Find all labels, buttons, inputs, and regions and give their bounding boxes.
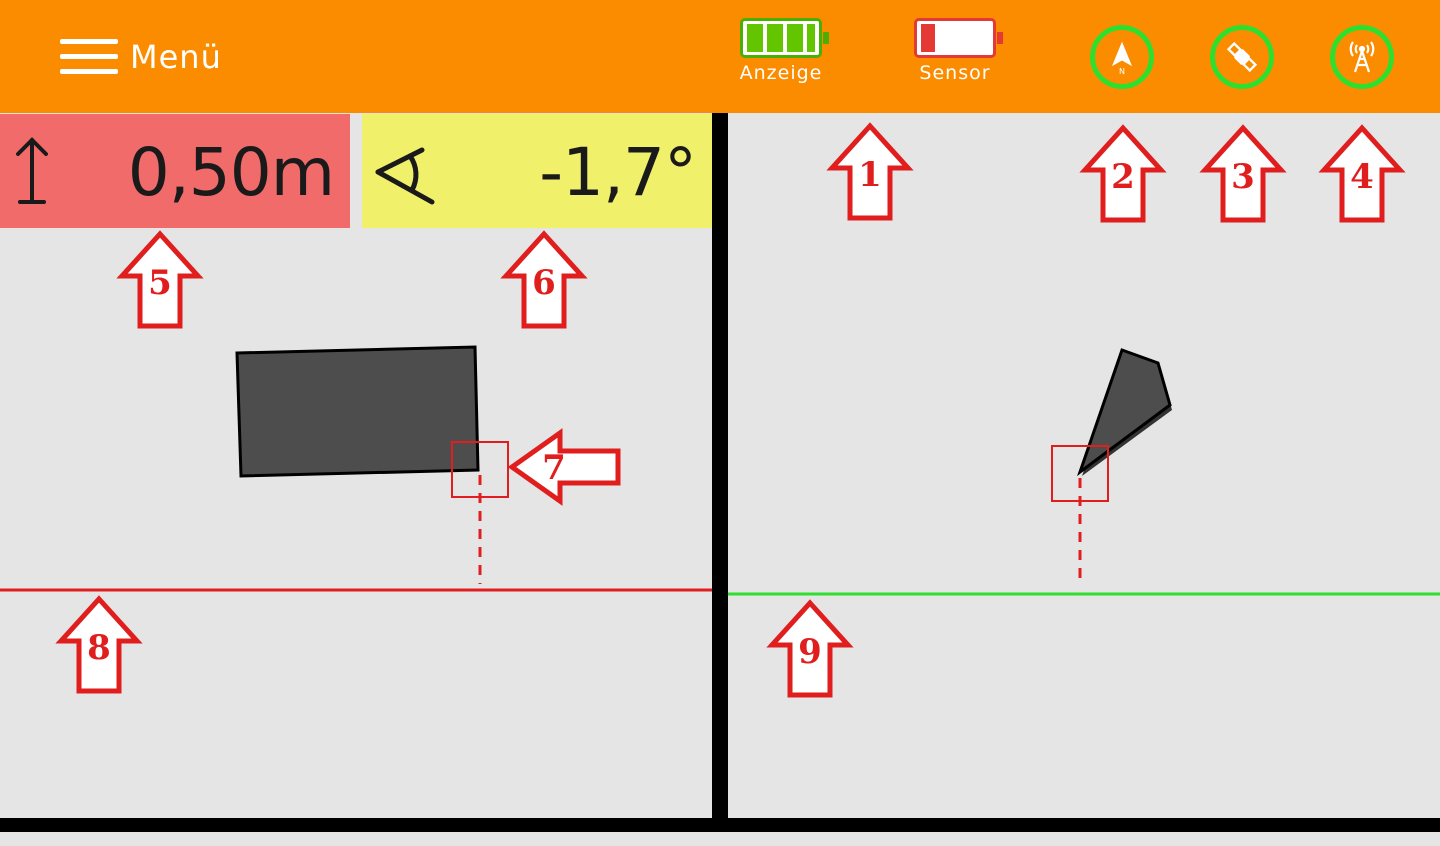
angle-readout[interactable]: -1,7° xyxy=(362,114,712,228)
radio-status-button[interactable] xyxy=(1330,25,1394,89)
north-status-button[interactable]: N xyxy=(1090,25,1154,89)
bottom-strip xyxy=(0,832,1440,846)
display-battery-icon xyxy=(740,18,829,58)
height-arrow-icon xyxy=(16,137,48,204)
north-arrow-icon: N xyxy=(1111,41,1133,75)
panel-divider xyxy=(712,113,728,818)
sensor-battery-icon xyxy=(914,18,1003,58)
sensor-battery-label: Sensor xyxy=(919,62,991,84)
bottom-divider xyxy=(0,818,1440,832)
display-battery: Anzeige xyxy=(736,18,829,84)
height-readout[interactable]: 0,50m xyxy=(0,114,350,228)
sensor-battery: Sensor xyxy=(910,18,1003,84)
menu-label: Menü xyxy=(130,38,222,76)
top-bar: Menü Anzeige Sensor N xyxy=(0,0,1440,113)
radio-tower-icon xyxy=(1349,41,1375,73)
gps-status-button[interactable] xyxy=(1210,25,1274,89)
menu-button[interactable]: Menü xyxy=(58,36,222,78)
hamburger-icon xyxy=(58,37,118,77)
svg-text:N: N xyxy=(1119,67,1125,75)
side-view-panel xyxy=(728,113,1440,818)
height-value: 0,50m xyxy=(127,134,335,211)
angle-icon xyxy=(375,147,435,205)
display-battery-label: Anzeige xyxy=(739,62,823,84)
satellite-icon xyxy=(1226,41,1258,73)
angle-value: -1,7° xyxy=(539,134,697,211)
